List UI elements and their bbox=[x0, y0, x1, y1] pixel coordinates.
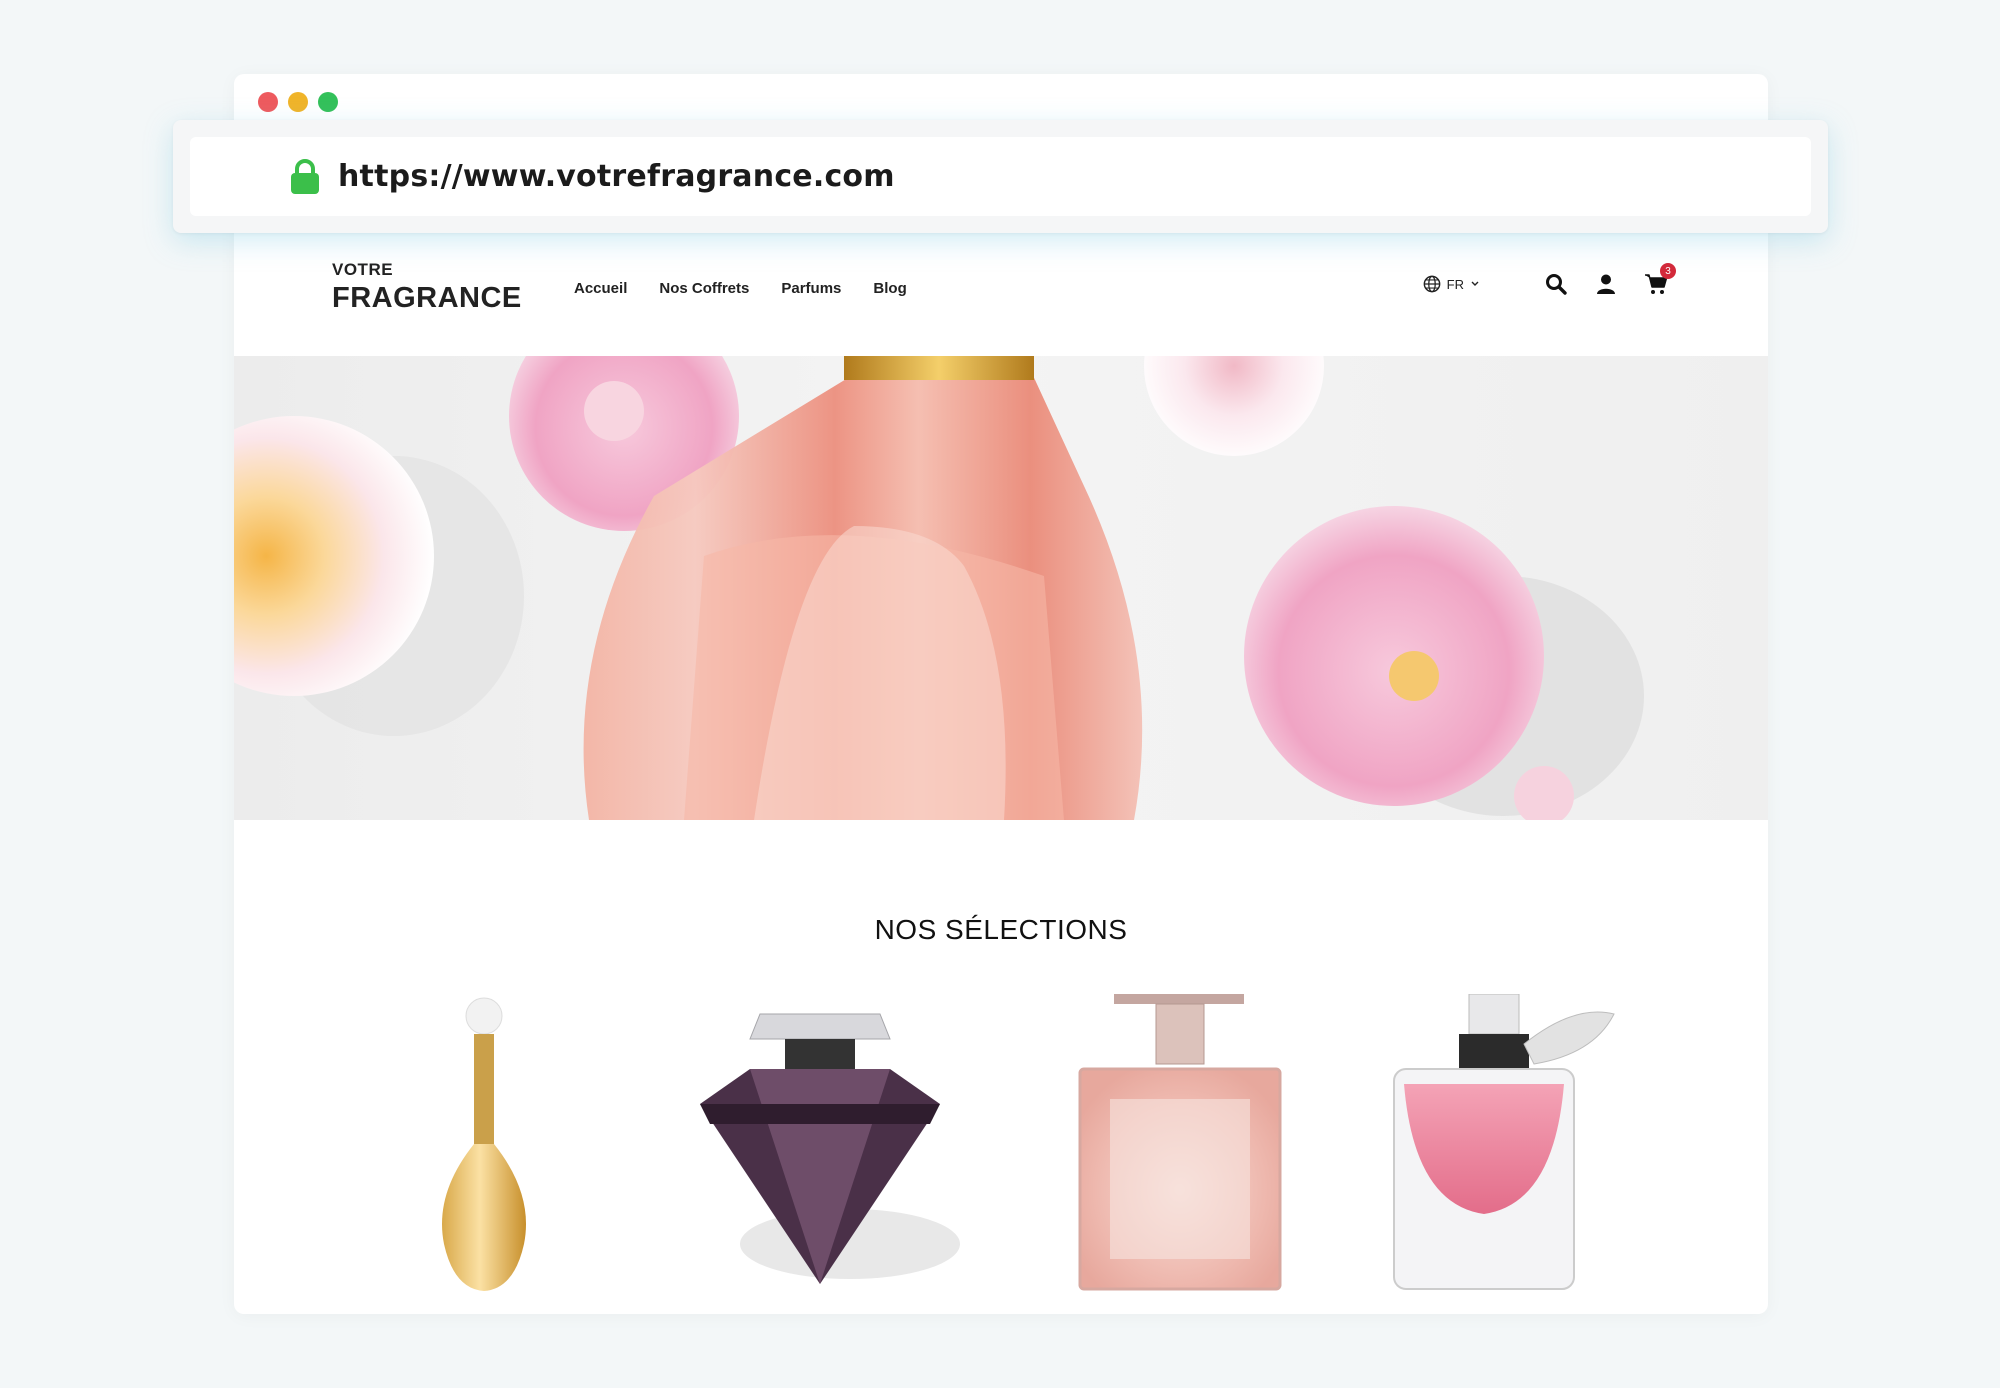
cart-count-badge: 3 bbox=[1660, 263, 1676, 279]
address-bar-container: https://www.votrefragrance.com bbox=[173, 120, 1828, 233]
nav-item-parfums[interactable]: Parfums bbox=[781, 280, 841, 297]
nav-item-accueil[interactable]: Accueil bbox=[574, 280, 627, 297]
hero-banner bbox=[234, 356, 1768, 820]
header-actions: FR 3 bbox=[1423, 263, 1676, 296]
product-list bbox=[234, 994, 1768, 1294]
main-nav: Accueil Nos Coffrets Parfums Blog bbox=[574, 280, 907, 297]
nav-item-blog[interactable]: Blog bbox=[873, 280, 906, 297]
close-button[interactable] bbox=[258, 92, 278, 112]
maximize-button[interactable] bbox=[318, 92, 338, 112]
product-gold-teardrop-perfume[interactable] bbox=[414, 994, 554, 1294]
url-text[interactable]: https://www.votrefragrance.com bbox=[338, 159, 895, 194]
chevron-down-icon bbox=[1471, 281, 1479, 286]
logo-top-text: VOTRE bbox=[332, 260, 394, 279]
minimize-button[interactable] bbox=[288, 92, 308, 112]
site-header: VOTRE FRAGRANCE Accueil Nos Coffrets Par… bbox=[234, 238, 1768, 356]
product-purple-diamond-perfume[interactable] bbox=[690, 994, 970, 1294]
logo-main-text: FRAGRANCE bbox=[332, 282, 522, 314]
lock-icon bbox=[291, 158, 319, 194]
cart-button[interactable]: 3 bbox=[1644, 263, 1676, 296]
address-bar[interactable]: https://www.votrefragrance.com bbox=[190, 137, 1811, 216]
selections-title: NOS SÉLECTIONS bbox=[874, 914, 1128, 945]
globe-icon bbox=[1423, 275, 1441, 293]
nav-item-nos-coffrets[interactable]: Nos Coffrets bbox=[659, 280, 749, 297]
hero-image bbox=[234, 356, 1644, 820]
language-selector[interactable]: FR bbox=[1423, 275, 1480, 293]
search-icon[interactable] bbox=[1544, 272, 1568, 296]
window-controls bbox=[258, 92, 338, 112]
user-icon[interactable] bbox=[1594, 272, 1618, 296]
product-pink-bow-perfume[interactable] bbox=[1384, 994, 1624, 1294]
site-logo[interactable]: VOTRE FRAGRANCE bbox=[332, 260, 522, 315]
product-pink-square-perfume[interactable] bbox=[1070, 994, 1290, 1294]
browser-window: VOTRE FRAGRANCE Accueil Nos Coffrets Par… bbox=[234, 74, 1768, 1314]
language-label: FR bbox=[1446, 276, 1464, 292]
